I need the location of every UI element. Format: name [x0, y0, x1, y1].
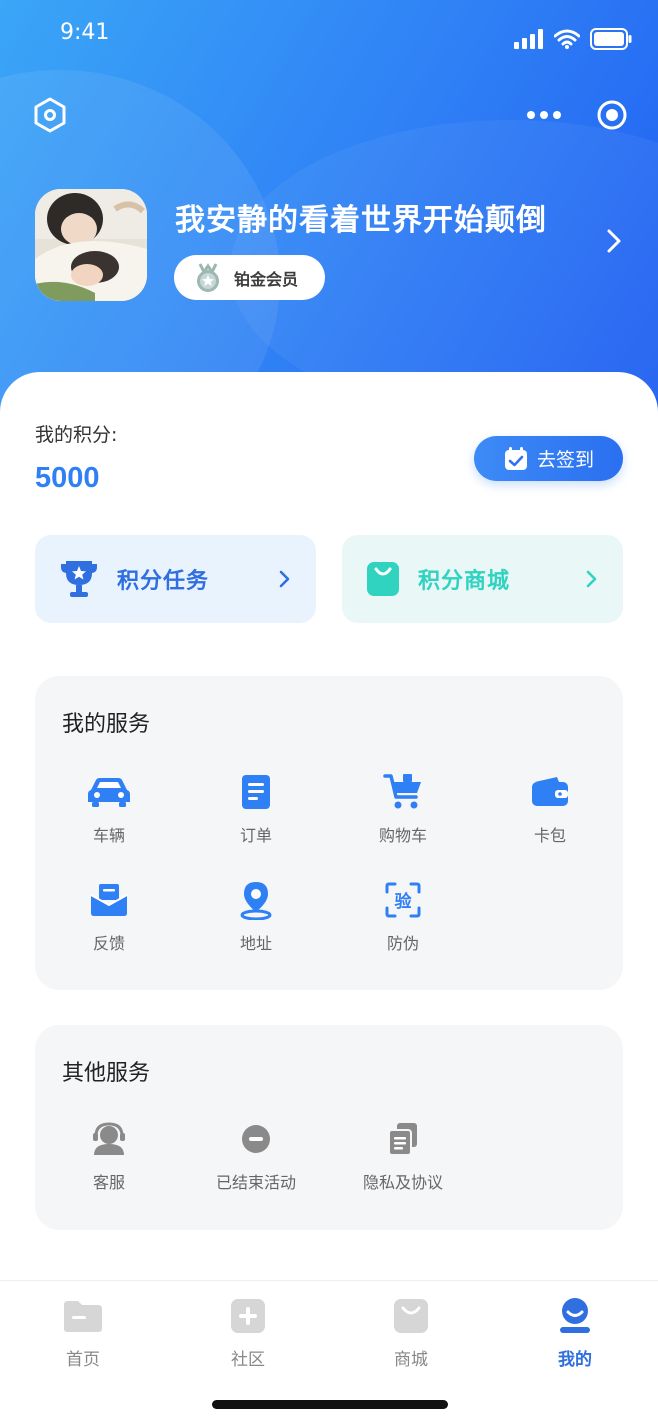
service-label: 防伪	[386, 934, 419, 953]
service-label: 隐私及协议	[362, 1173, 443, 1192]
points-tasks-label: 积分任务	[117, 569, 210, 594]
tab-label: 商城	[394, 1350, 428, 1370]
service-anti-counterfeit[interactable]: 验 防伪	[343, 880, 463, 954]
service-label: 客服	[92, 1173, 125, 1192]
chevron-right-icon	[586, 570, 597, 588]
trophy-icon	[61, 561, 97, 597]
service-label: 反馈	[92, 934, 125, 953]
service-vehicle[interactable]: 车辆	[49, 772, 169, 846]
checkin-button[interactable]: 去签到	[474, 436, 623, 481]
my-services-panel: 我的服务 车辆 订单 购物车 卡包 反馈 地址 验 防伪	[35, 676, 623, 990]
documents-icon	[388, 1123, 417, 1156]
service-feedback[interactable]: 反馈	[49, 880, 169, 954]
service-customer-support[interactable]: 客服	[49, 1119, 169, 1193]
service-cart[interactable]: 购物车	[343, 772, 463, 846]
service-label: 车辆	[92, 826, 125, 845]
tab-community[interactable]: 社区	[198, 1296, 298, 1370]
tab-mine[interactable]: 我的	[525, 1296, 625, 1370]
chevron-right-icon	[279, 570, 290, 588]
my-services-title: 我的服务	[62, 712, 151, 737]
bag-icon	[394, 1299, 428, 1333]
points-mall-card[interactable]: 积分商城	[342, 535, 623, 623]
wifi-icon	[554, 29, 580, 49]
car-icon	[88, 778, 130, 807]
svg-text:验: 验	[395, 891, 413, 912]
other-services-panel: 其他服务 客服 已结束活动 隐私及协议	[35, 1025, 623, 1230]
service-wallet[interactable]: 卡包	[490, 772, 610, 846]
other-services-title: 其他服务	[62, 1061, 151, 1086]
tab-label: 我的	[558, 1350, 592, 1370]
points-mall-label: 积分商城	[418, 569, 511, 594]
home-indicator	[212, 1400, 448, 1409]
status-icons	[514, 28, 632, 50]
document-icon	[242, 775, 270, 809]
chevron-right-icon[interactable]	[605, 228, 623, 254]
profile-header: 9:41 我安静的看着世界开始颠倒 铂金会员	[0, 0, 658, 420]
status-time: 9:41	[60, 20, 110, 45]
service-order[interactable]: 订单	[196, 772, 316, 846]
points-label: 我的积分:	[35, 424, 118, 446]
username: 我安静的看着世界开始颠倒	[175, 203, 547, 238]
envelope-icon	[90, 884, 128, 916]
cart-icon	[383, 774, 421, 809]
points-tasks-card[interactable]: 积分任务	[35, 535, 316, 623]
service-label: 地址	[239, 934, 272, 953]
close-target-icon[interactable]	[596, 99, 628, 131]
more-icon[interactable]	[526, 104, 562, 126]
plus-square-icon	[231, 1299, 265, 1333]
service-label: 购物车	[378, 826, 427, 845]
settings-hexagon-icon[interactable]	[32, 97, 68, 133]
battery-icon	[590, 28, 632, 50]
service-label: 卡包	[533, 826, 566, 845]
tab-label: 首页	[66, 1350, 100, 1370]
wallet-icon	[532, 777, 568, 806]
profile-icon	[560, 1298, 590, 1333]
service-privacy[interactable]: 隐私及协议	[343, 1119, 463, 1193]
headset-icon	[93, 1122, 125, 1155]
service-ended-activities[interactable]: 已结束活动	[196, 1119, 316, 1193]
location-pin-icon	[240, 882, 272, 920]
service-label: 已结束活动	[215, 1173, 296, 1192]
tab-mall[interactable]: 商城	[361, 1296, 461, 1370]
verify-scan-icon: 验	[385, 882, 421, 918]
service-address[interactable]: 地址	[196, 880, 316, 954]
tab-home[interactable]: 首页	[33, 1296, 133, 1370]
minus-circle-icon	[242, 1125, 270, 1153]
shopping-bag-icon	[367, 562, 399, 596]
folder-icon	[64, 1301, 102, 1332]
points-value: 5000	[35, 462, 100, 494]
checkin-label: 去签到	[536, 449, 594, 471]
avatar-photo	[35, 189, 147, 301]
membership-badge[interactable]: 铂金会员	[174, 255, 325, 300]
tab-label: 社区	[231, 1350, 265, 1370]
service-label: 订单	[239, 826, 272, 845]
medal-icon	[197, 262, 219, 292]
avatar[interactable]	[35, 189, 147, 301]
signal-icon	[514, 29, 543, 49]
calendar-check-icon	[504, 446, 527, 470]
membership-label: 铂金会员	[234, 269, 299, 289]
